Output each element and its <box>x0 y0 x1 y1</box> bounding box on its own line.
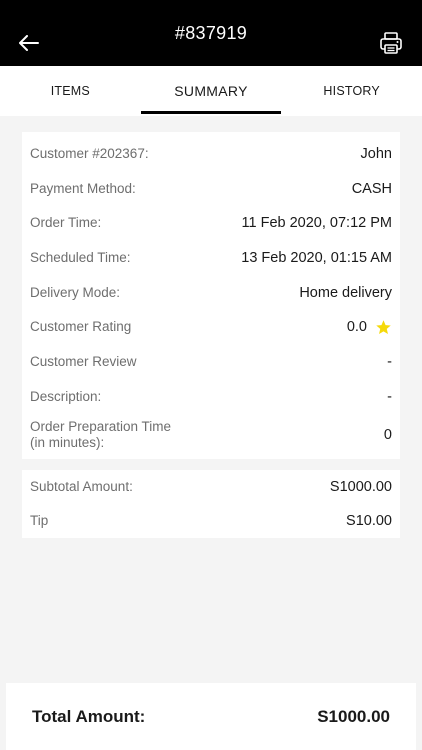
row-value: S1000.00 <box>329 479 392 495</box>
summary-row-customer-rating: Customer Rating 0.0 <box>22 310 400 344</box>
amounts-card: Subtotal Amount: S1000.00 Tip S10.00 <box>22 470 400 538</box>
row-value: - <box>387 354 392 370</box>
arrow-left-icon <box>19 35 39 51</box>
summary-row-delivery-mode: Delivery Mode: Home delivery <box>22 276 400 310</box>
row-value: 13 Feb 2020, 01:15 AM <box>241 250 392 266</box>
row-label: Payment Method: <box>30 181 136 196</box>
total-amount-bar: Total Amount: S1000.00 <box>6 683 416 750</box>
row-value: CASH <box>351 181 392 197</box>
row-value: S10.00 <box>346 513 392 529</box>
print-button[interactable] <box>376 26 406 60</box>
summary-row-scheduled-time: Scheduled Time: 13 Feb 2020, 01:15 AM <box>22 241 400 275</box>
row-value: 0 <box>383 427 392 443</box>
order-detail-screen: #837919 ITEMS SUMMARY HISTORY Customer #… <box>0 0 422 750</box>
total-label: Total Amount: <box>32 706 146 726</box>
row-label: Customer Rating <box>30 319 132 334</box>
star-icon <box>375 319 392 336</box>
row-label: Customer Review <box>30 354 137 369</box>
row-label: Description: <box>30 389 102 404</box>
rating-value: 0.0 <box>347 319 392 336</box>
app-header: #837919 <box>0 0 422 66</box>
tab-summary[interactable]: SUMMARY <box>140 66 282 116</box>
printer-icon <box>380 32 402 54</box>
summary-row-preparation-time: Order Preparation Time (in minutes): 0 <box>22 416 400 454</box>
rating-number: 0.0 <box>346 319 367 335</box>
back-button[interactable] <box>14 26 44 60</box>
summary-row-payment-method: Payment Method: CASH <box>22 172 400 206</box>
row-label: Order Time: <box>30 215 102 230</box>
tab-items[interactable]: ITEMS <box>0 66 141 116</box>
row-label: Order Preparation Time (in minutes): <box>30 419 172 450</box>
amount-row-tip: Tip S10.00 <box>22 504 400 538</box>
tab-history[interactable]: HISTORY <box>281 66 422 116</box>
row-value: 11 Feb 2020, 07:12 PM <box>241 215 392 231</box>
summary-row-order-time: Order Time: 11 Feb 2020, 07:12 PM <box>22 206 400 240</box>
row-label: Tip <box>30 513 49 528</box>
row-label: Subtotal Amount: <box>30 479 133 494</box>
row-value: Home delivery <box>299 285 392 301</box>
tab-bar: ITEMS SUMMARY HISTORY <box>0 66 422 116</box>
row-label: Delivery Mode: <box>30 285 121 300</box>
amount-row-subtotal: Subtotal Amount: S1000.00 <box>22 470 400 504</box>
order-summary-card: Customer #202367: John Payment Method: C… <box>22 132 400 459</box>
row-label: Customer #202367: <box>30 146 149 161</box>
row-label: Scheduled Time: <box>30 250 131 265</box>
row-value: John <box>360 146 392 162</box>
page-title: #837919 <box>174 22 248 43</box>
row-value: - <box>387 389 392 405</box>
summary-row-customer-review: Customer Review - <box>22 345 400 379</box>
summary-row-customer: Customer #202367: John <box>22 137 400 171</box>
summary-row-description: Description: - <box>22 380 400 414</box>
total-value: S1000.00 <box>317 706 390 726</box>
